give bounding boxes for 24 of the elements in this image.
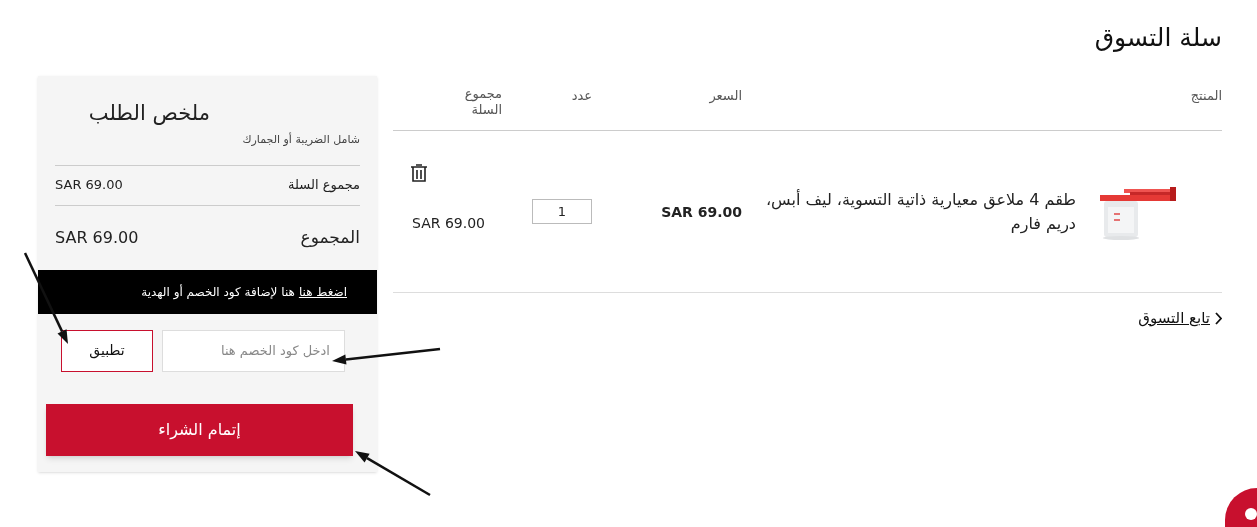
summary-value: SAR 69.00: [55, 226, 139, 249]
tax-note: شامل الضريبة أو الجمارك: [241, 132, 360, 148]
chat-widget-icon[interactable]: [1225, 488, 1257, 527]
page-title: سلة التسوق: [1093, 22, 1222, 54]
summary-value: SAR 69.00: [55, 176, 123, 195]
promo-text: هنا لإضافة كود الخصم أو الهدية: [141, 283, 295, 301]
quantity-field[interactable]: 1: [532, 199, 592, 224]
summary-label: المجموع: [300, 225, 360, 250]
chevron-icon: [1214, 311, 1222, 325]
continue-shopping-link[interactable]: تابع التسوق: [1138, 307, 1210, 330]
trash-icon[interactable]: [410, 163, 428, 183]
apply-button[interactable]: تطبيق: [61, 329, 153, 372]
unit-price: SAR 69.00: [661, 203, 742, 220]
promo-link[interactable]: اضغط هنا: [298, 282, 347, 301]
column-header: عدد: [571, 88, 592, 103]
column-header: المنتج: [1190, 88, 1222, 103]
column-header: السعر: [709, 88, 742, 103]
summary-title: ملخص الطلب: [87, 100, 210, 127]
summary-label: مجموع السلة: [288, 176, 360, 195]
product-name: طقم 4 ملاعق معيارية ذاتية التسوية، ليف أبس، دريم فارم: [764, 188, 1076, 236]
discount-code-field[interactable]: ادخل كود الخصم هنا: [162, 329, 345, 372]
line-total: SAR 69.00: [412, 214, 485, 233]
checkout-button[interactable]: إتمام الشراء: [46, 403, 353, 456]
column-header: مجموع السلة: [463, 86, 502, 118]
